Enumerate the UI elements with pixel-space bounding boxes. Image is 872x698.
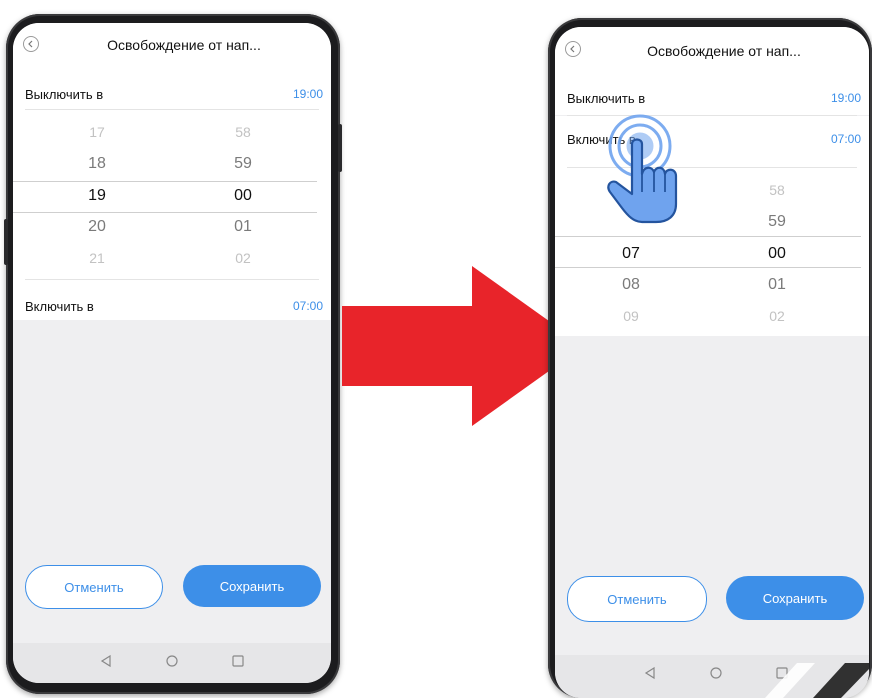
- header: Освобождение от нап...: [13, 23, 331, 71]
- nav-home-icon[interactable]: [709, 666, 723, 680]
- picker-selection-line: [13, 212, 317, 213]
- power-button: [338, 124, 342, 172]
- on-time-row[interactable]: Включить в 07:00: [13, 280, 331, 320]
- picker-hour[interactable]: 08: [601, 276, 661, 294]
- cancel-button[interactable]: Отменить: [25, 565, 163, 609]
- off-time-label: Выключить в: [567, 91, 646, 106]
- off-time-value: 19:00: [830, 91, 861, 105]
- left-screen: Освобождение от нап... Выключить в 19:00…: [13, 23, 331, 683]
- nav-back-icon[interactable]: [643, 666, 657, 680]
- on-time-value: 07:00: [830, 132, 861, 146]
- screen-glare: [765, 663, 869, 698]
- picker-selection-line: [13, 181, 317, 182]
- nav-recent-icon[interactable]: [231, 654, 245, 668]
- android-nav-bar: [13, 643, 331, 683]
- picker-minute[interactable]: 02: [747, 308, 807, 324]
- page-title: Освобождение от нап...: [107, 37, 261, 53]
- picker-selection-line: [555, 236, 861, 237]
- picker-minute[interactable]: 59: [747, 213, 807, 231]
- header: Освобождение от нап...: [555, 27, 869, 75]
- picker-hour[interactable]: 20: [67, 218, 127, 236]
- save-button[interactable]: Сохранить: [183, 565, 321, 607]
- on-time-value: 07:00: [292, 299, 323, 313]
- volume-button: [4, 219, 8, 265]
- time-picker[interactable]: 17 18 19 20 21 58 59 00 01 02: [13, 110, 331, 280]
- picker-minute[interactable]: 58: [747, 182, 807, 198]
- page-title: Освобождение от нап...: [647, 43, 801, 59]
- android-nav-bar: [555, 655, 869, 698]
- on-time-label: Включить в: [25, 299, 94, 314]
- off-time-value: 19:00: [292, 87, 323, 101]
- right-phone: Освобождение от нап... Выключить в 19:00…: [548, 18, 872, 698]
- picker-minute[interactable]: 59: [213, 155, 273, 173]
- picker-minute[interactable]: 58: [213, 124, 273, 140]
- picker-minute[interactable]: 01: [213, 218, 273, 236]
- left-phone: Освобождение от нап... Выключить в 19:00…: [4, 14, 342, 694]
- off-time-label: Выключить в: [25, 87, 104, 102]
- picker-selection-line: [555, 267, 861, 268]
- picker-hour[interactable]: 09: [601, 308, 661, 324]
- cancel-button[interactable]: Отменить: [567, 576, 707, 622]
- picker-hour[interactable]: 18: [67, 155, 127, 173]
- nav-home-icon[interactable]: [165, 654, 179, 668]
- picker-hour[interactable]: 21: [67, 250, 127, 266]
- nav-back-icon[interactable]: [99, 654, 113, 668]
- picker-hour-selected[interactable]: 07: [601, 245, 661, 263]
- back-icon[interactable]: [23, 36, 39, 52]
- picker-minute-selected[interactable]: 00: [747, 245, 807, 263]
- picker-hour-selected[interactable]: 19: [67, 187, 127, 205]
- picker-minute[interactable]: 01: [747, 276, 807, 294]
- back-icon[interactable]: [565, 41, 581, 57]
- save-button[interactable]: Сохранить: [726, 576, 864, 620]
- picker-minute[interactable]: 02: [213, 250, 273, 266]
- tap-hand-icon: [607, 114, 678, 224]
- off-time-row[interactable]: Выключить в 19:00: [13, 71, 331, 111]
- picker-minute-selected[interactable]: 00: [213, 187, 273, 205]
- picker-hour[interactable]: 17: [67, 124, 127, 140]
